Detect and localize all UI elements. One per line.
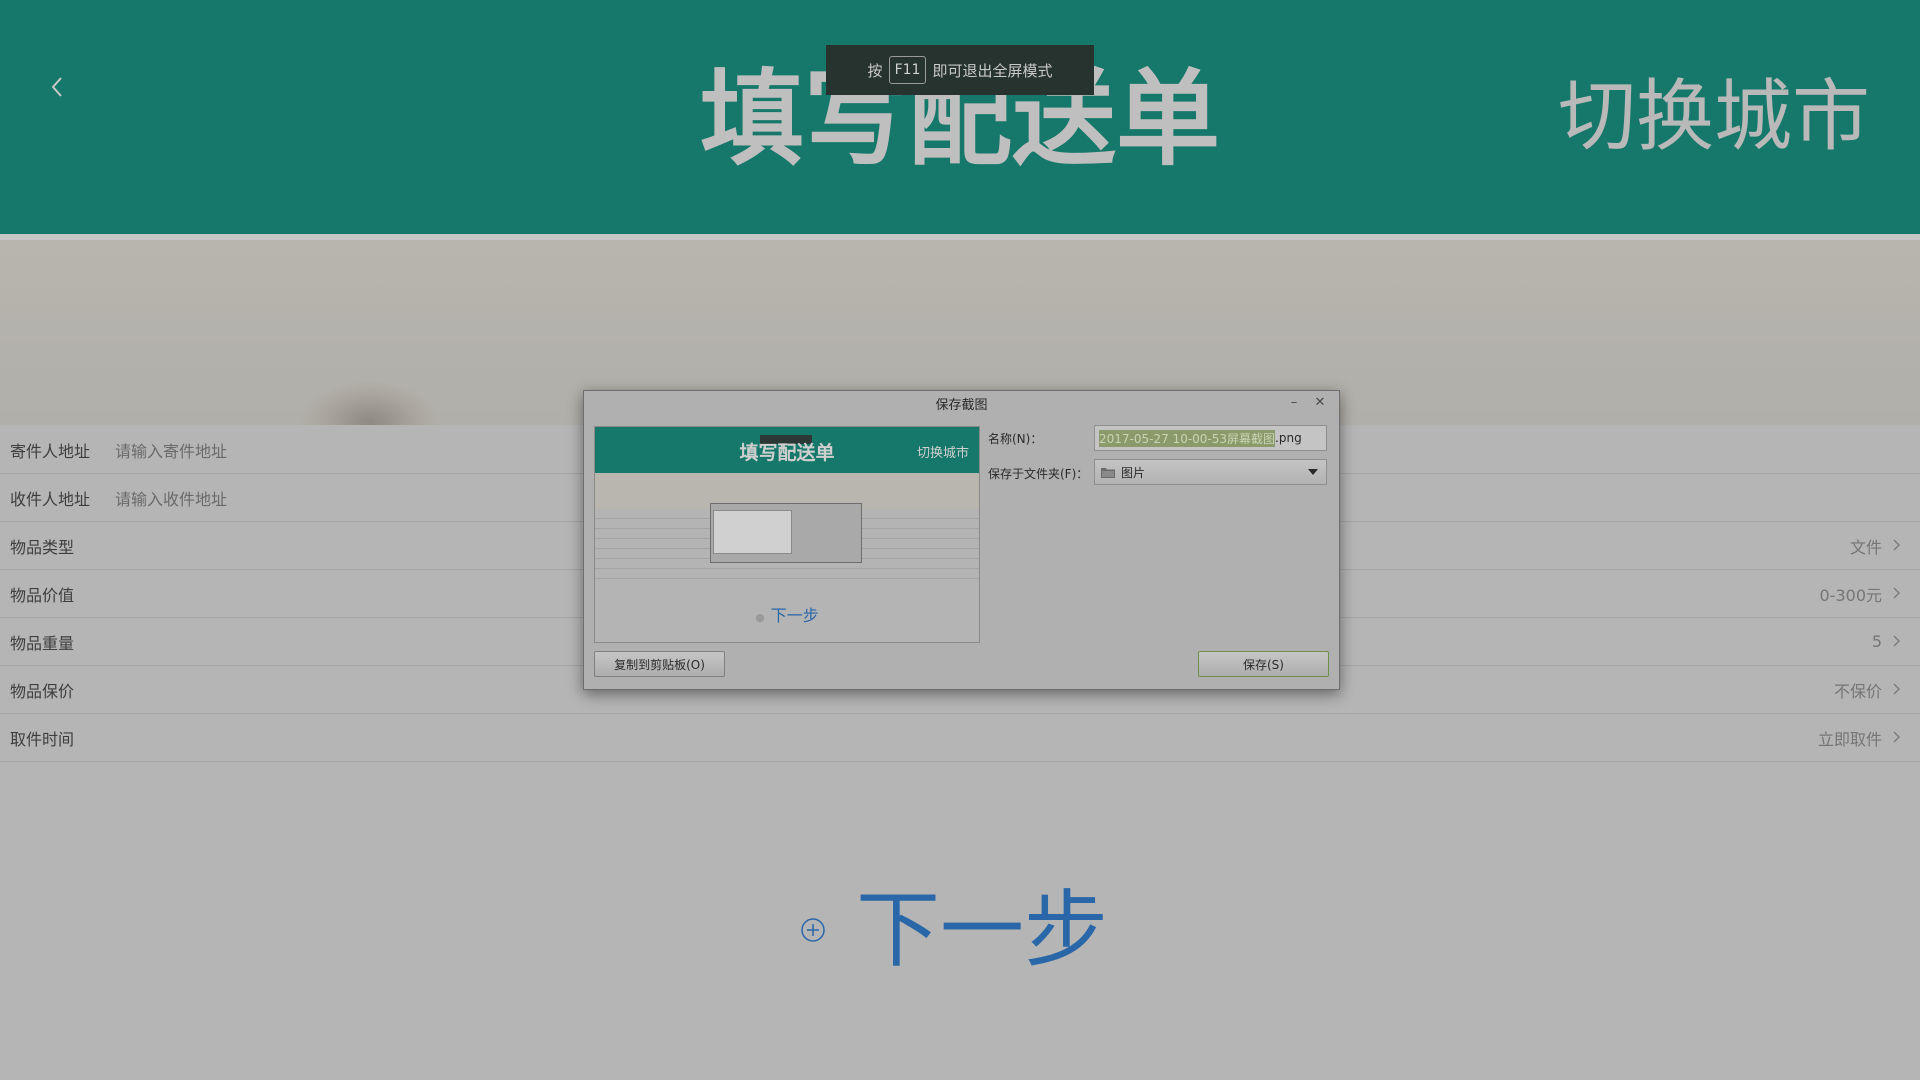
toast-suffix: 即可退出全屏模式 (932, 61, 1053, 80)
dialog-titlebar[interactable]: 保存截图 (584, 391, 1339, 415)
preview-row (595, 569, 979, 579)
row-label: 物品价值 (10, 585, 75, 605)
folder-field-label: 保存于文件夹(F)： (988, 467, 1089, 481)
filename-selected-text: 2017-05-27 10-00-53屏幕截图 (1099, 429, 1276, 447)
row-label: 物品类型 (10, 537, 75, 557)
preview-nested-preview (713, 510, 792, 554)
preview-dot-icon: ● (755, 611, 765, 624)
banner-flower-decoration (300, 380, 440, 425)
save-screenshot-dialog: 保存截图 – ✕ 填写配送单 切换城市 ● 下一步 名称(N)： 2017-05-… (583, 390, 1340, 690)
folder-icon (1101, 468, 1115, 478)
receiver-address-input[interactable]: 请输入收件地址 (115, 486, 227, 510)
preview-nested-dialog (710, 503, 862, 563)
chevron-right-icon (1893, 635, 1900, 647)
dialog-title: 保存截图 (935, 397, 988, 413)
chevron-right-icon (1893, 731, 1900, 743)
filename-input[interactable]: 2017-05-27 10-00-53屏幕截图 .png (1094, 425, 1327, 451)
row-label: 物品保价 (10, 681, 75, 701)
row-value: 不保价 (1833, 681, 1882, 701)
save-button[interactable]: 保存(S) (1198, 651, 1329, 677)
next-step-button[interactable]: 下一步 (800, 880, 1108, 980)
chevron-right-icon (1893, 539, 1900, 551)
page-header: 填写配送单 切换城市 按 F11 即可退出全屏模式 (0, 0, 1920, 234)
circle-plus-icon (801, 918, 825, 942)
row-label: 寄件人地址 (10, 441, 91, 461)
close-icon[interactable]: ✕ (1311, 393, 1329, 411)
fullscreen-toast: 按 F11 即可退出全屏模式 (826, 45, 1094, 95)
row-label: 物品重量 (10, 633, 75, 653)
next-step-label: 下一步 (856, 881, 1109, 979)
toast-key: F11 (888, 56, 927, 84)
row-value: 5 (1871, 632, 1882, 651)
row-label: 取件时间 (10, 729, 75, 749)
row-label: 收件人地址 (10, 489, 91, 509)
chevron-right-icon (1893, 683, 1900, 695)
chevron-down-icon (1308, 469, 1318, 475)
toast-prefix: 按 (867, 61, 883, 80)
form-row-pickup-time[interactable]: 取件时间 立即取件 (0, 714, 1920, 762)
preview-next-step: ● 下一步 (595, 602, 979, 626)
row-value: 文件 (1849, 537, 1882, 557)
filename-extension: .png (1275, 431, 1302, 445)
city-switch-button[interactable]: 切换城市 (1558, 72, 1870, 162)
screenshot-preview: 填写配送单 切换城市 ● 下一步 (594, 426, 980, 643)
chevron-right-icon (1893, 587, 1900, 599)
row-value: 立即取件 (1817, 729, 1882, 749)
folder-select[interactable]: 图片 (1094, 459, 1327, 485)
folder-value: 图片 (1121, 465, 1146, 480)
preview-city: 切换城市 (916, 446, 969, 461)
sender-address-input[interactable]: 请输入寄件地址 (115, 438, 227, 462)
minimize-icon[interactable]: – (1285, 393, 1303, 411)
copy-to-clipboard-button[interactable]: 复制到剪贴板(O) (594, 651, 725, 677)
row-value: 0-300元 (1819, 585, 1883, 605)
name-field-label: 名称(N)： (988, 432, 1043, 446)
preview-next-label: 下一步 (770, 606, 819, 625)
